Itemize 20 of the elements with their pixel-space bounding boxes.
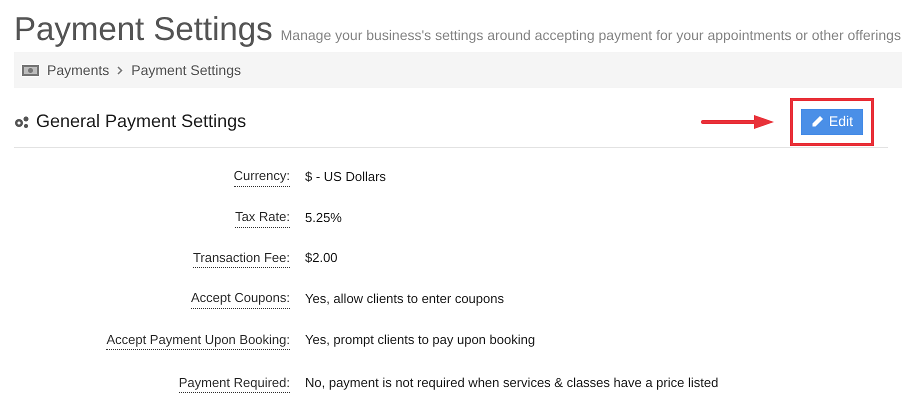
setting-label: Transaction Fee:: [192, 248, 290, 268]
setting-value: $ - US Dollars: [305, 168, 386, 186]
setting-label: Tax Rate:: [235, 207, 290, 228]
chevron-icon: [117, 66, 124, 74]
page-subtitle: Manage your business's settings around accepting payment for your appointments or other offerings: [280, 26, 901, 45]
setting-value: Yes, allow clients to enter coupons: [305, 290, 504, 308]
setting-value: 5.25%: [305, 208, 342, 227]
breadcrumb-link[interactable]: Payment Settings: [131, 60, 241, 80]
setting-label: Accept Coupons:: [190, 288, 290, 309]
setting-label: Payment Required:: [178, 372, 290, 394]
setting-label: Accept Payment Upon Booking:: [106, 330, 290, 350]
setting-label: Currency:: [234, 166, 290, 187]
setting-value: No, payment is not required when services & classes have a price listed: [305, 374, 718, 392]
section-title: General Payment Settings: [36, 110, 246, 133]
setting-value: $2.00: [305, 249, 338, 268]
page-title: Payment Settings: [14, 9, 273, 49]
money-icon: [22, 64, 39, 76]
setting-value: Yes, prompt clients to pay upon booking: [305, 331, 536, 350]
pencil-icon: [810, 115, 824, 128]
breadcrumb-link[interactable]: Payments: [47, 60, 110, 80]
